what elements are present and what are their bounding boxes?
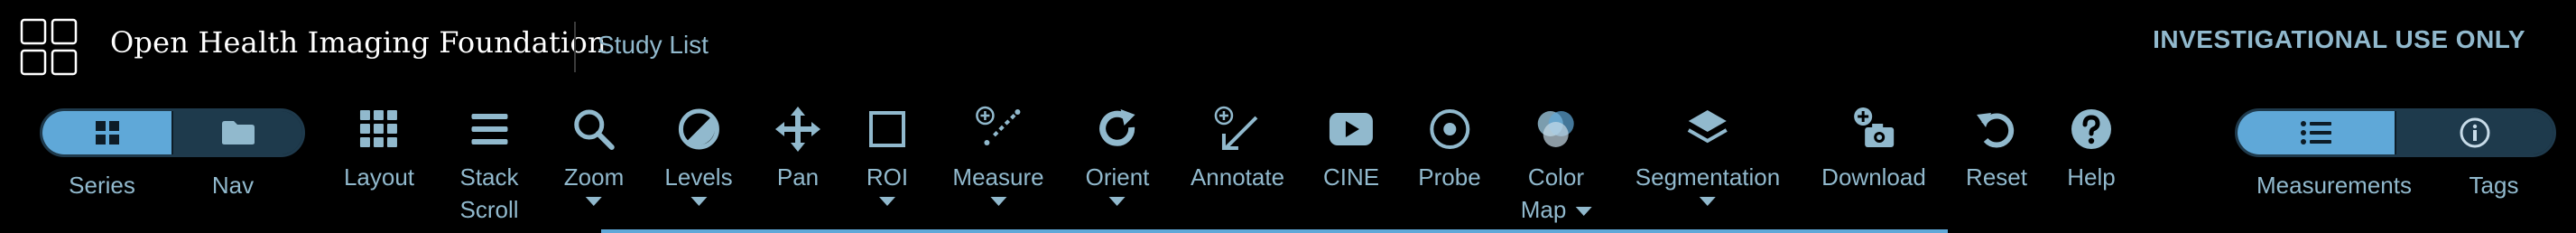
zoom-button[interactable]: Zoom xyxy=(564,105,624,206)
investigational-banner: INVESTIGATIONAL USE ONLY xyxy=(2153,25,2525,53)
scroll-label: Scroll xyxy=(459,196,519,223)
brand-title[interactable]: Open Health Imaging Foundation xyxy=(110,25,607,60)
stack-scroll-button[interactable]: Stack Scroll xyxy=(459,105,519,226)
rotate-icon xyxy=(1099,109,1135,146)
zoom-caret-icon[interactable] xyxy=(586,197,602,206)
layout-button[interactable]: Layout xyxy=(344,105,414,193)
measure-label: Measure xyxy=(952,163,1044,191)
layout-label: Layout xyxy=(343,163,415,191)
measure-button[interactable]: Measure xyxy=(952,105,1044,206)
annotate-label: Annotate xyxy=(1190,163,1285,191)
study-list-link[interactable]: Study List xyxy=(598,31,709,60)
bars-icon xyxy=(471,114,507,144)
reset-label: Reset xyxy=(1966,163,2027,191)
orient-button[interactable]: Orient xyxy=(1085,105,1150,206)
map-label: Map xyxy=(1520,196,1567,223)
arrow-annotate-icon xyxy=(1214,106,1258,150)
reset-button[interactable]: Reset xyxy=(1966,105,2027,193)
measure-caret-icon[interactable] xyxy=(990,197,1006,206)
nav-toggle-button[interactable] xyxy=(171,111,302,154)
roi-caret-icon[interactable] xyxy=(879,197,895,206)
help-label: Help xyxy=(2067,163,2116,191)
move-arrows-icon xyxy=(775,107,820,152)
magnifier-icon xyxy=(574,109,615,150)
contrast-icon xyxy=(678,108,719,150)
pan-label: Pan xyxy=(776,163,820,191)
color-circles-icon xyxy=(1537,111,1574,147)
reset-arrow-icon xyxy=(1976,113,2015,148)
stack-label: Stack xyxy=(459,163,519,191)
orient-caret-icon[interactable] xyxy=(1109,197,1126,206)
help-button[interactable]: Help xyxy=(2067,105,2116,193)
viewport-top-indicator xyxy=(601,229,1948,233)
segmentation-caret-icon[interactable] xyxy=(1699,197,1716,206)
square-outline-icon xyxy=(869,111,905,147)
tags-toggle-button[interactable] xyxy=(2395,111,2553,154)
tags-label[interactable]: Tags xyxy=(2469,172,2519,200)
layers-icon xyxy=(1687,110,1728,144)
target-dot-icon xyxy=(1429,109,1469,149)
levels-label: Levels xyxy=(664,163,733,191)
cine-button[interactable]: CINE xyxy=(1323,105,1379,193)
question-icon xyxy=(2071,109,2111,149)
color-label: Color xyxy=(1527,163,1585,191)
measurements-label[interactable]: Measurements xyxy=(2256,172,2412,200)
levels-button[interactable]: Levels xyxy=(664,105,733,206)
measurements-toggle-button[interactable] xyxy=(2238,111,2395,154)
color-map-caret-icon[interactable] xyxy=(1575,207,1592,217)
probe-button[interactable]: Probe xyxy=(1418,105,1481,193)
segmentation-button[interactable]: Segmentation xyxy=(1635,105,1780,206)
probe-label: Probe xyxy=(1418,163,1481,191)
series-toggle-button[interactable] xyxy=(42,111,171,154)
orient-label: Orient xyxy=(1085,163,1150,191)
app-grid-icon[interactable] xyxy=(20,18,78,76)
download-button[interactable]: Download xyxy=(1821,105,1926,193)
zoom-label: Zoom xyxy=(563,163,625,191)
pan-button[interactable]: Pan xyxy=(774,105,822,193)
segmentation-label: Segmentation xyxy=(1635,163,1781,191)
download-label: Download xyxy=(1821,163,1926,191)
header-divider xyxy=(574,22,576,72)
cine-label: CINE xyxy=(1322,163,1380,191)
roi-label: ROI xyxy=(866,163,909,191)
annotate-button[interactable]: Annotate xyxy=(1191,105,1284,193)
measurements-tags-toggle xyxy=(2235,108,2556,157)
list-icon xyxy=(2301,121,2331,144)
ruler-dashed-icon xyxy=(975,106,1020,145)
folder-icon xyxy=(221,121,255,144)
camera-plus-icon xyxy=(1853,107,1894,147)
series-label[interactable]: Series xyxy=(69,172,135,200)
grid-small-icon xyxy=(95,121,119,144)
color-map-button[interactable]: Color Map xyxy=(1521,105,1592,226)
info-circle-icon xyxy=(2460,117,2490,148)
levels-caret-icon[interactable] xyxy=(690,197,707,206)
nav-label[interactable]: Nav xyxy=(212,172,254,200)
play-video-icon xyxy=(1330,113,1373,145)
layout-grid-icon xyxy=(359,110,397,147)
roi-button[interactable]: ROI xyxy=(863,105,912,206)
series-nav-toggle xyxy=(40,108,305,157)
